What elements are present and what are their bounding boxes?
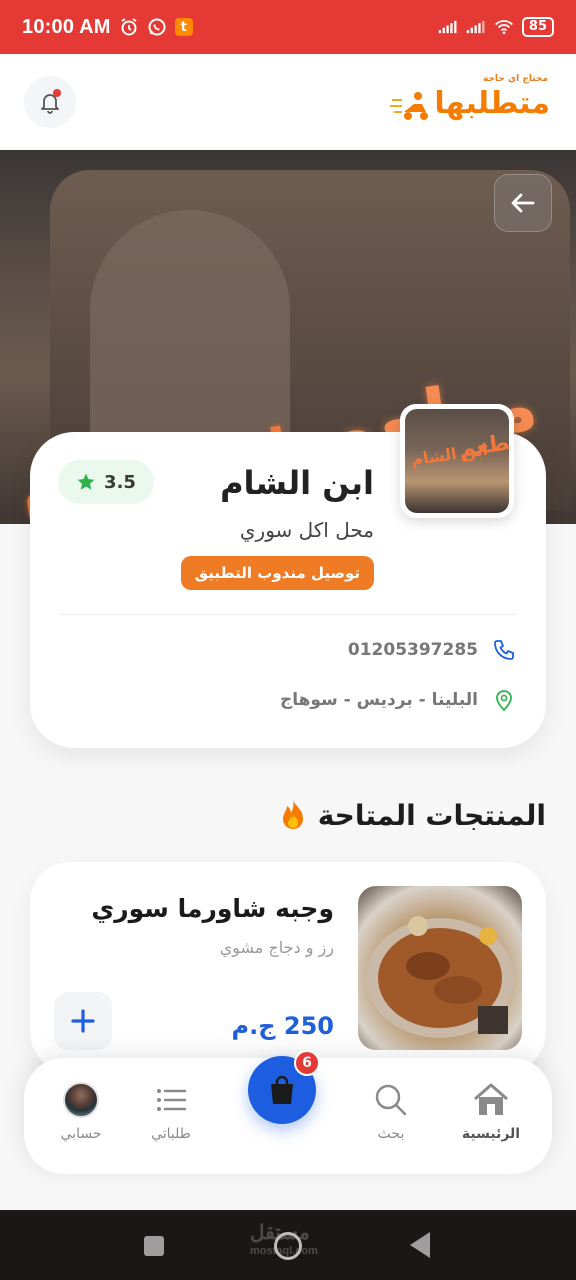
star-icon <box>77 473 95 490</box>
bottom-navigation: الرئيسية بحث 6 طلباتي حسابي <box>24 1050 552 1174</box>
system-navigation-bar: مستقل mostaql.com <box>0 1210 576 1280</box>
product-price: 250 ج.م <box>231 1012 334 1040</box>
phone-icon <box>494 640 514 660</box>
plus-icon <box>71 1009 95 1033</box>
nav-home[interactable]: الرئيسية <box>446 1082 536 1142</box>
logo-tagline: محتاج اي حاجة <box>482 74 548 84</box>
status-bar: 10:00 AM t 85 <box>0 0 576 54</box>
section-title: المنتجات المتاحة <box>278 798 546 832</box>
address-row[interactable]: البلينا - برديس - سوهاج <box>280 688 516 712</box>
product-image <box>358 886 522 1050</box>
location-pin-icon <box>496 690 512 712</box>
recent-apps-button[interactable] <box>144 1236 164 1256</box>
store-category: محل اكل سوري <box>239 518 374 542</box>
store-address: البلينا - برديس - سوهاج <box>279 690 478 710</box>
section-title-text: المنتجات المتاحة <box>317 798 546 832</box>
store-info-card: ابن الشام مطعم 3.5 ابن الشام محل اكل سور… <box>30 404 546 748</box>
product-card[interactable]: وجبه شاورما سوري رز و دجاج مشوي 250 ج.م <box>30 862 546 1072</box>
food-platter-illustration <box>366 916 514 1038</box>
fire-icon <box>282 800 303 829</box>
store-thumbnail[interactable]: ابن الشام مطعم <box>400 404 514 518</box>
store-name: ابن الشام <box>220 464 374 502</box>
nav-search-label: بحث <box>377 1126 405 1142</box>
thumb-sign-restaurant: مطعم <box>457 428 509 463</box>
signal-icon-2 <box>466 17 486 37</box>
avatar <box>63 1082 99 1118</box>
search-icon <box>375 1084 407 1116</box>
rating-badge: 3.5 <box>58 460 154 504</box>
product-name: وجبه شاورما سوري <box>91 894 334 923</box>
nav-orders[interactable]: طلباتي <box>126 1082 216 1142</box>
shopping-bag-icon <box>271 1075 293 1104</box>
arrow-left-icon <box>511 193 535 213</box>
rating-value: 3.5 <box>104 471 136 493</box>
app-header: محتاج اي حاجة متطلبها <box>0 54 576 150</box>
add-to-cart-button[interactable] <box>54 992 112 1050</box>
divider <box>60 614 516 615</box>
wifi-icon <box>494 17 514 37</box>
notifications-button[interactable] <box>24 76 76 128</box>
app-notification-icon: t <box>174 18 193 36</box>
cart-count-badge: 6 <box>294 1050 320 1076</box>
back-nav-button[interactable] <box>410 1232 430 1258</box>
app-logo[interactable]: محتاج اي حاجة متطلبها <box>390 74 551 134</box>
phone-number: 01205397285 <box>347 640 478 660</box>
whatsapp-icon <box>147 17 167 37</box>
delivery-scooter-icon <box>390 92 428 120</box>
notification-dot <box>53 89 61 97</box>
logo-text: متطلبها <box>434 86 551 121</box>
home-button[interactable] <box>274 1232 302 1260</box>
nav-search[interactable]: بحث <box>346 1082 436 1142</box>
signal-icon <box>438 17 458 37</box>
phone-row[interactable]: 01205397285 <box>348 638 516 662</box>
delivery-badge: توصيل مندوب التطبيق <box>180 556 374 590</box>
nav-account[interactable]: حسابي <box>36 1082 126 1142</box>
alarm-icon <box>119 17 139 37</box>
nav-orders-label: طلباتي <box>151 1126 191 1142</box>
list-icon <box>157 1089 187 1111</box>
status-time: 10:00 AM <box>22 15 111 38</box>
battery-indicator: 85 <box>521 17 554 37</box>
cart-button[interactable]: 6 <box>248 1050 320 1124</box>
home-icon <box>474 1083 508 1115</box>
product-description: رز و دجاج مشوي <box>219 938 334 957</box>
nav-account-label: حسابي <box>60 1126 102 1142</box>
store-thumbnail-image: ابن الشام مطعم <box>405 409 509 513</box>
back-button[interactable] <box>494 174 552 232</box>
nav-home-label: الرئيسية <box>461 1126 521 1142</box>
